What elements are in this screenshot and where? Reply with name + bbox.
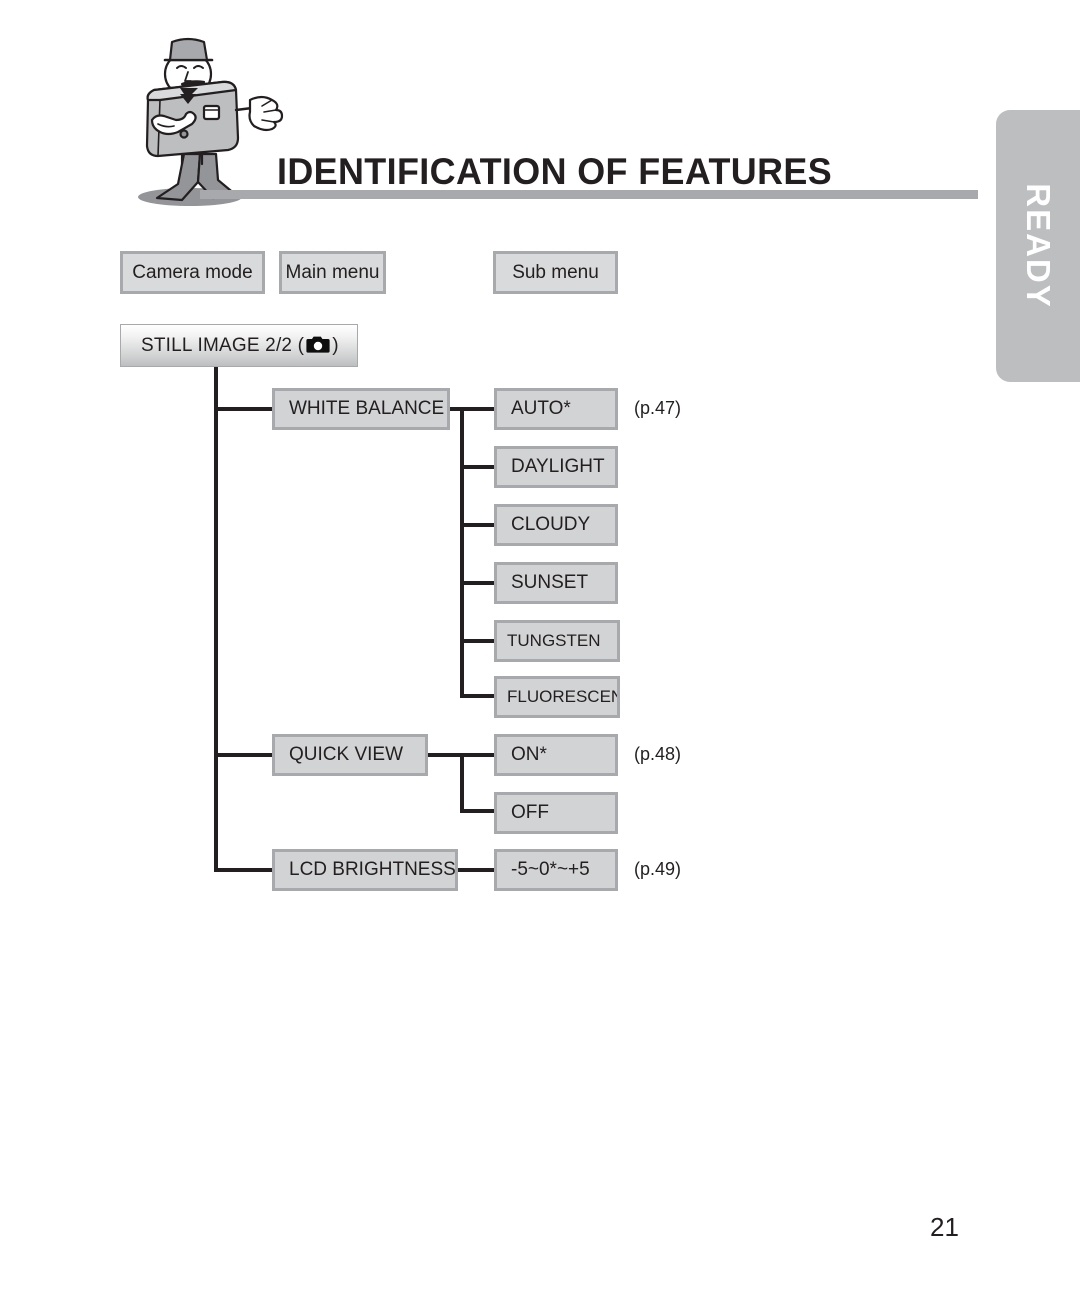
tree-line-wb-branch-2 <box>460 465 496 469</box>
root-label-prefix: STILL IMAGE 2/2 ( <box>141 334 305 356</box>
tree-line-wb-spine <box>460 407 464 697</box>
tree-line-root-stem <box>214 367 218 389</box>
sub-menu-wb-sunset[interactable]: SUNSET <box>494 562 618 604</box>
sub-menu-wb-cloudy[interactable]: CLOUDY <box>494 504 618 546</box>
tree-line-qv-spine <box>460 753 464 811</box>
tree-line-wb-branch-1 <box>460 407 496 411</box>
main-menu-white-balance[interactable]: WHITE BALANCE <box>272 388 450 430</box>
tree-line-wb-branch-5 <box>460 639 496 643</box>
page-ref-quick-view: (p.48) <box>634 744 682 764</box>
tree-line-to-quick-view <box>214 753 274 757</box>
sub-menu-qv-off[interactable]: OFF <box>494 792 618 834</box>
root-label-suffix: ) <box>332 334 339 356</box>
tree-line-to-lcd-brightness <box>214 868 274 872</box>
sub-menu-wb-auto[interactable]: AUTO* <box>494 388 618 430</box>
tree-line-wb-branch-4 <box>460 581 496 585</box>
camera-mascot-icon <box>112 32 292 212</box>
sub-menu-lcd-range[interactable]: -5~0*~+5 <box>494 849 618 891</box>
legend-camera-mode: Camera mode <box>120 251 265 294</box>
legend-main-menu: Main menu <box>279 251 386 294</box>
main-menu-lcd-brightness[interactable]: LCD BRIGHTNESS <box>272 849 458 891</box>
header-divider <box>200 190 978 199</box>
tree-line-qv-branch-2 <box>460 809 496 813</box>
tree-line-main-trunk <box>214 389 218 872</box>
tree-line-to-white-balance <box>214 407 274 411</box>
tree-line-wb-branch-3 <box>460 523 496 527</box>
main-menu-quick-view[interactable]: QUICK VIEW <box>272 734 428 776</box>
page-ref-lcd-brightness: (p.49) <box>634 859 682 879</box>
page-title: IDENTIFICATION OF FEATURES <box>277 150 833 192</box>
tree-line-lcd-connector <box>458 868 496 872</box>
tree-line-qv-connector <box>428 753 464 757</box>
tree-line-wb-branch-6 <box>460 694 496 698</box>
sub-menu-qv-on[interactable]: ON* <box>494 734 618 776</box>
sub-menu-wb-tungsten[interactable]: TUNGSTEN <box>494 620 620 662</box>
sub-menu-wb-fluorescent[interactable]: FLUORESCENT <box>494 676 620 718</box>
page-header: IDENTIFICATION OF FEATURES <box>0 0 1080 215</box>
page-ref-white-balance: (p.47) <box>634 398 682 418</box>
page-number: 21 <box>930 1212 959 1242</box>
still-camera-icon <box>306 335 330 360</box>
legend-sub-menu: Sub menu <box>493 251 618 294</box>
tree-line-qv-branch-1 <box>460 753 496 757</box>
sub-menu-wb-daylight[interactable]: DAYLIGHT <box>494 446 618 488</box>
camera-mode-still-image: STILL IMAGE 2/2 ( ) <box>120 324 358 367</box>
